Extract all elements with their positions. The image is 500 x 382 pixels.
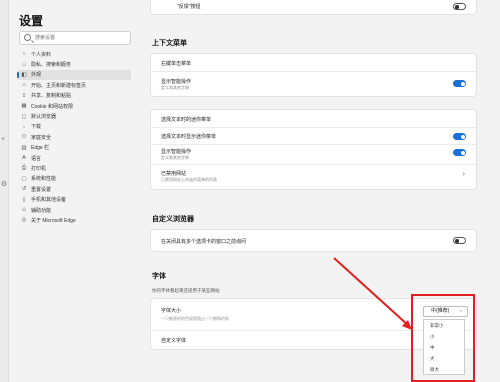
sidebar-item-browser[interactable]: ◻ 默认浏览器 (17, 111, 133, 121)
settings-gear-icon[interactable]: ⚙ (1, 180, 7, 188)
person-icon: ○ (22, 51, 26, 58)
settings-sidebar: 设置 ○ 个人资料 □ 隐私、搜索和服务 ◧ 外观 ⌂ 开始、主页和新建标签页 ⇪ 共享、复制和粘… (9, 0, 133, 382)
sidebar-item-edge[interactable]: ◎ 关于 Microsoft Edge (17, 215, 133, 225)
sidebar-item-phone[interactable]: ▯ 手机和其他设备 (17, 194, 133, 204)
lock-icon: □ (22, 61, 26, 68)
sidebar-item-cookie[interactable]: ▦ Cookie 和网站权限 (17, 101, 133, 111)
custom-browser-heading: 自定义浏览器 (152, 216, 194, 223)
font-preview-text: 一只敏捷的棕色狐狸跳过一只懒惰的狗 (161, 316, 229, 321)
sidebar-item-label: 打印机 (31, 165, 47, 172)
mini-smart-actions-toggle[interactable] (453, 149, 466, 156)
disabled-sites-label: 已禁用网站 (161, 171, 187, 177)
mini-smart-actions-label: 显示智能操作 (161, 149, 192, 155)
edge-icon: ◎ (21, 217, 27, 224)
system-icon: ▢ (21, 175, 27, 182)
family-icon: ⚇ (21, 134, 27, 141)
sidebar-item-lock[interactable]: □ 隐私、搜索和服务 (17, 59, 133, 69)
disabled-sites-sub: 已禁用网站上的迷你菜单的列表 (161, 177, 217, 182)
sidebar-item-accessibility[interactable]: ☺ 辅助功能 (17, 205, 133, 215)
feedback-toggle[interactable] (453, 3, 466, 10)
sidebar-item-label: 个人资料 (31, 51, 52, 58)
smart-actions-sub: 定义和其他字典 (161, 85, 189, 90)
context-menu-heading: 上下文菜单 (152, 40, 187, 47)
download-icon: ↓ (22, 123, 26, 130)
sidebar-item-label: 关于 Microsoft Edge (31, 217, 76, 224)
sidebar-item-label: 共享、复制和粘贴 (31, 93, 72, 100)
right-click-header: 右键单击菜单 (161, 61, 192, 67)
feedback-button-row[interactable]: "反馈"按钮 (151, 0, 476, 14)
sidebar-item-label: 默认浏览器 (31, 114, 57, 121)
cookie-icon: ▦ (21, 103, 27, 110)
feedback-row-label: "反馈"按钮 (177, 4, 201, 10)
chevron-right-icon[interactable]: › (463, 171, 465, 178)
mini-menu-header-row: 选择文本时的迷你菜单 (151, 110, 476, 128)
sidebar-item-label: 下载 (31, 124, 42, 131)
sidebar-item-download[interactable]: ↓ 下载 (17, 122, 133, 132)
plus-icon[interactable]: + (1, 136, 5, 143)
sidebar-item-family[interactable]: ⚇ 家庭安全 (17, 132, 133, 142)
accessibility-icon: ☺ (21, 207, 27, 214)
browser-icon: ◻ (21, 113, 27, 120)
search-icon (24, 34, 31, 41)
left-gutter: + ⚙ (0, 0, 9, 382)
sidebar-item-home[interactable]: ⌂ 开始、主页和新建标签页 (17, 80, 133, 90)
fonts-heading: 字体 (152, 273, 166, 280)
edge-bar-icon: ▥ (21, 144, 27, 151)
sidebar-nav: ○ 个人资料 □ 隐私、搜索和服务 ◧ 外观 ⌂ 开始、主页和新建标签页 ⇪ 共享、复制和粘贴 ▦ C… (17, 49, 133, 226)
search-box[interactable] (19, 31, 131, 45)
sidebar-item-printer[interactable]: ⎙ 打印机 (17, 163, 133, 173)
sidebar-item-label: 外观 (31, 72, 42, 79)
mini-menu-header: 选择文本时的迷你菜单 (161, 117, 212, 123)
mini-menu-card: 选择文本时的迷你菜单 选择文本时显示迷你菜单 显示智能操作 定义和其他字典 已禁… (150, 109, 477, 190)
sidebar-item-label: 语言 (31, 155, 42, 162)
language-icon: A (22, 155, 26, 162)
right-click-menu-card: 右键单击菜单 显示智能操作 定义和其他字典 (150, 53, 477, 97)
sidebar-item-person[interactable]: ○ 个人资料 (17, 49, 133, 59)
smart-actions-label: 显示智能操作 (161, 79, 192, 85)
sidebar-item-label: 系统和性能 (31, 176, 57, 183)
ask-before-close-label: 在关闭具有多个选项卡的窗口之前询问 (161, 239, 247, 245)
font-size-label: 字体大小 (161, 308, 182, 314)
mini-smart-actions-sub: 定义和其他字典 (161, 155, 189, 160)
custom-browser-card: 在关闭具有多个选项卡的窗口之前询问 (150, 229, 477, 252)
sidebar-item-language[interactable]: A 语言 (17, 153, 133, 163)
ask-before-close-row[interactable]: 在关闭具有多个选项卡的窗口之前询问 (151, 230, 476, 251)
sidebar-item-label: 重置设置 (31, 186, 52, 193)
sidebar-item-edge-bar[interactable]: ▥ Edge 栏 (17, 143, 133, 153)
show-mini-menu-row[interactable]: 选择文本时显示迷你菜单 (151, 128, 476, 145)
show-mini-menu-label: 选择文本时显示迷你菜单 (161, 134, 217, 140)
sidebar-item-label: Edge 栏 (31, 145, 50, 152)
sidebar-item-label: 辅助功能 (31, 207, 52, 214)
share-icon: ⇪ (21, 92, 27, 99)
mini-smart-actions-row[interactable]: 显示智能操作 定义和其他字典 (151, 145, 476, 165)
search-input[interactable] (35, 33, 129, 43)
home-icon: ⌂ (22, 82, 26, 89)
smart-actions-row[interactable]: 显示智能操作 定义和其他字典 (151, 72, 476, 96)
partial-card: "反馈"按钮 (150, 0, 477, 15)
sidebar-item-reset[interactable]: ↺ 重置设置 (17, 184, 133, 194)
show-mini-menu-toggle[interactable] (453, 133, 466, 140)
disabled-sites-row[interactable]: 已禁用网站 已禁用网站上的迷你菜单的列表 › (151, 165, 476, 189)
smart-actions-toggle[interactable] (453, 80, 466, 87)
phone-icon: ▯ (22, 196, 26, 203)
ask-before-close-toggle[interactable] (453, 237, 466, 244)
sidebar-item-share[interactable]: ⇪ 共享、复制和粘贴 (17, 91, 133, 101)
right-click-header-row: 右键单击菜单 (151, 54, 476, 72)
sidebar-item-label: 手机和其他设备 (31, 197, 67, 204)
sidebar-item-label: 家庭安全 (31, 134, 52, 141)
printer-icon: ⎙ (21, 165, 27, 172)
sidebar-title: 设置 (19, 14, 44, 28)
sidebar-item-label: 隐私、搜索和服务 (31, 62, 72, 69)
sidebar-item-label: Cookie 和网站权限 (31, 103, 73, 110)
sidebar-item-appearance[interactable]: ◧ 外观 (17, 69, 133, 81)
reset-icon: ↺ (21, 186, 27, 193)
sidebar-item-label: 开始、主页和新建标签页 (31, 82, 87, 89)
custom-fonts-label: 自定义字体 (161, 338, 187, 344)
sidebar-item-system[interactable]: ▢ 系统和性能 (17, 174, 133, 184)
highlight-box (411, 294, 475, 382)
appearance-icon: ◧ (21, 71, 27, 78)
fonts-subtitle: 你的字体看起来还适用于某些网站 (152, 288, 220, 293)
